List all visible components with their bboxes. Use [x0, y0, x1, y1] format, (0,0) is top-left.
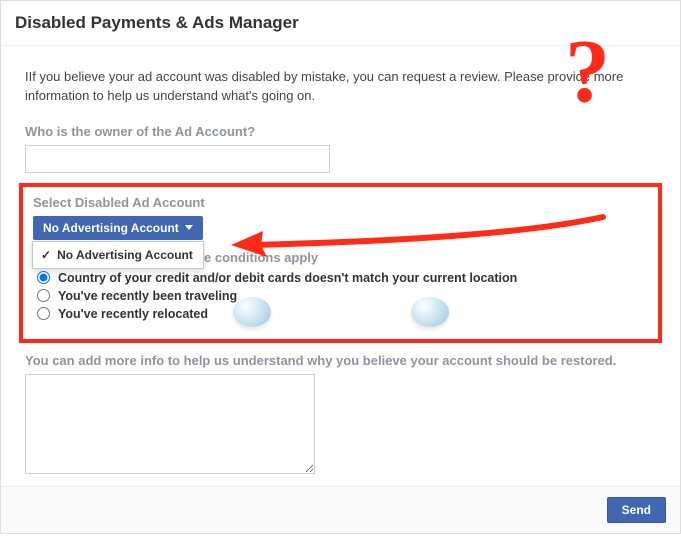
condition-label-0: Country of your credit and/or debit card…	[58, 271, 517, 285]
intro-text: IIf you believe your ad account was disa…	[25, 68, 656, 106]
select-account-label: Select Disabled Ad Account	[33, 195, 648, 210]
form-body: ? IIf you believe your ad account was di…	[1, 46, 680, 486]
dropdown-option-label: No Advertising Account	[57, 248, 193, 262]
dropdown-option-no-account[interactable]: ✓ No Advertising Account	[33, 242, 203, 268]
more-info-label: You can add more info to help us underst…	[25, 353, 656, 368]
owner-input[interactable]	[25, 145, 330, 173]
watermark-orb-icon	[411, 297, 449, 327]
condition-radio-0[interactable]	[37, 271, 50, 284]
form-footer: Send	[1, 486, 680, 533]
watermark	[233, 297, 449, 327]
form-header: Disabled Payments & Ads Manager	[1, 1, 680, 46]
watermark-orb-icon	[233, 297, 271, 327]
condition-label-1: You've recently been traveling	[58, 289, 237, 303]
send-button[interactable]: Send	[607, 497, 666, 523]
dropdown-menu: ✓ No Advertising Account	[32, 241, 204, 269]
annotation-arrow	[223, 217, 623, 277]
annotation-highlight-box: Select Disabled Ad Account No Advertisin…	[19, 183, 662, 343]
page-title: Disabled Payments & Ads Manager	[15, 13, 666, 33]
owner-label: Who is the owner of the Ad Account?	[25, 124, 656, 139]
form-container: Disabled Payments & Ads Manager ? IIf yo…	[0, 0, 681, 534]
condition-radio-2[interactable]	[37, 307, 50, 320]
check-icon: ✓	[41, 248, 51, 262]
condition-label-2: You've recently relocated	[58, 307, 208, 321]
condition-radio-1[interactable]	[37, 289, 50, 302]
select-account-dropdown[interactable]: No Advertising Account	[33, 216, 203, 240]
more-info-textarea[interactable]	[25, 374, 315, 474]
dropdown-selected-label: No Advertising Account	[43, 221, 179, 235]
condition-row-0[interactable]: Country of your credit and/or debit card…	[37, 271, 648, 285]
chevron-down-icon	[185, 225, 193, 230]
